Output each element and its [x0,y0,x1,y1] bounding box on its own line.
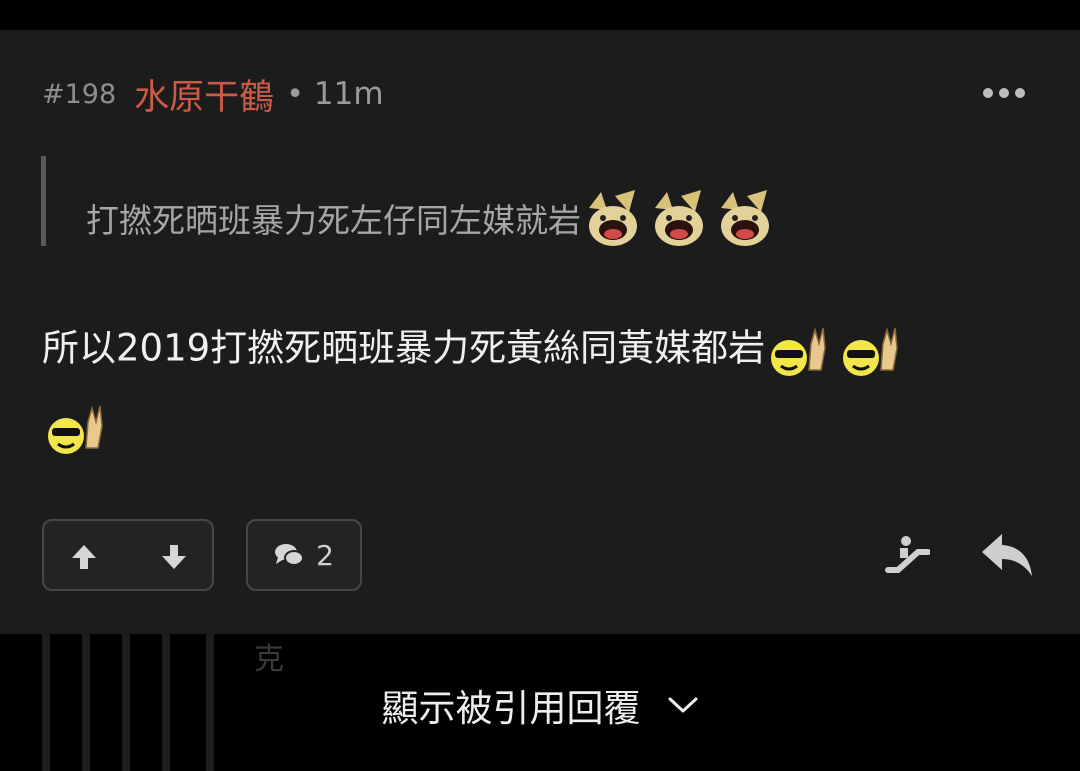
show-quoted-label: 顯示被引用回覆 [381,687,641,730]
post-number: #198 [42,78,117,110]
vote-group [42,519,214,591]
arrow-up-icon[interactable] [70,543,98,571]
show-quoted-replies-button[interactable]: 顯示被引用回覆 [0,678,1080,732]
quote-bar [41,156,46,246]
author-name[interactable]: 水原干鶴 [134,69,274,120]
cry-emoticon-icon [655,190,703,246]
arrow-down-icon[interactable] [160,543,188,571]
chevron-down-icon [668,697,697,713]
reply-count-button[interactable]: 2 [246,519,362,591]
reply-arrow-icon[interactable] [980,532,1034,578]
more-options-button[interactable] [983,82,1029,104]
chat-bubbles-icon [275,544,305,566]
status-bar [0,0,1080,30]
quote-block: 打撚死晒班暴力死左仔同左媒就岩 [86,190,779,252]
more-dots-icon [983,88,993,98]
cry-emoticon-icon [589,190,637,246]
escalator-icon[interactable] [884,534,930,576]
reply-count: 2 [316,538,334,572]
separator-dot: • [286,76,304,112]
cool-rock-emoticon-icon [843,327,898,376]
cry-emoticon-icon [721,190,769,246]
cool-rock-emoticon-icon [48,405,103,454]
post-body-text: 所以2019打撚死晒班暴力死黃絲同黃媒都岩 [42,326,766,370]
preview-text: 克 [254,642,284,677]
post-time: 11m [313,76,384,112]
cool-rock-emoticon-icon [771,327,826,376]
post-header: #198 水原干鶴 • 11m [42,73,384,118]
post-body: 所以2019打撚死晒班暴力死黃絲同黃媒都岩 [42,320,1022,462]
quote-text: 打撚死晒班暴力死左仔同左媒就岩 [86,201,581,240]
